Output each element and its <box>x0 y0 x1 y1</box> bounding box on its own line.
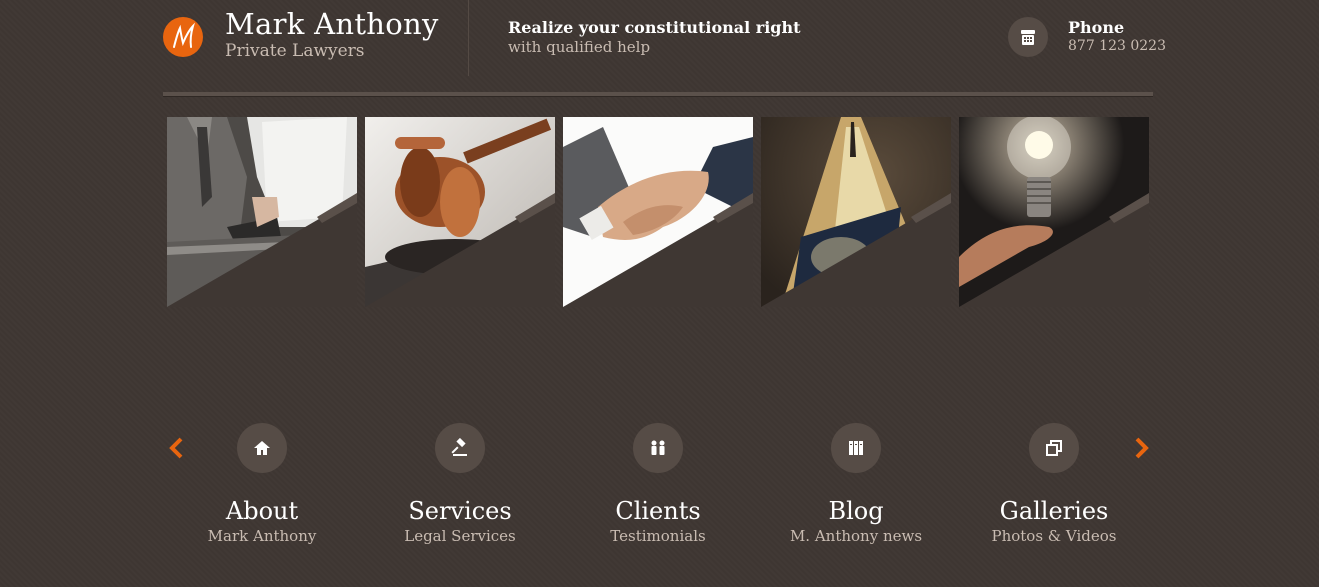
nav-title: Galleries <box>999 497 1109 525</box>
header-rule <box>163 92 1153 97</box>
tagline-line1: Realize your constitutional right <box>508 18 801 37</box>
people-icon <box>633 423 683 473</box>
nav-item-about[interactable]: About Mark Anthony <box>163 423 361 545</box>
nav-subtitle: Photos & Videos <box>991 527 1117 545</box>
nav-subtitle: Legal Services <box>404 527 516 545</box>
nav-title: Clients <box>615 497 701 525</box>
brand-title[interactable]: Mark Anthony <box>225 7 439 41</box>
brand-subtitle: Private Lawyers <box>225 41 365 61</box>
home-icon <box>237 423 287 473</box>
nav-title: About <box>225 497 299 525</box>
nav-subtitle: Mark Anthony <box>207 527 317 545</box>
site-header: Mark Anthony Private Lawyers Realize you… <box>163 0 1166 96</box>
nav-item-galleries[interactable]: Galleries Photos & Videos <box>955 423 1153 545</box>
header-divider <box>468 0 469 76</box>
fountain-pen-nib-photo[interactable] <box>761 117 951 307</box>
nav-item-blog[interactable]: Blog M. Anthony news <box>757 423 955 545</box>
logo-icon[interactable] <box>163 17 203 57</box>
light-bulb-in-hand-photo[interactable] <box>959 117 1149 307</box>
phone-label: Phone <box>1068 18 1125 37</box>
gallery-icon <box>1029 423 1079 473</box>
tagline-line2: with qualified help <box>508 38 651 56</box>
nav-item-services[interactable]: Services Legal Services <box>361 423 559 545</box>
businessman-with-documents-photo[interactable] <box>167 117 357 307</box>
books-icon <box>831 423 881 473</box>
nav-item-clients[interactable]: Clients Testimonials <box>559 423 757 545</box>
handshake-photo[interactable] <box>563 117 753 307</box>
nav-title: Services <box>408 497 512 525</box>
gavel-icon <box>435 423 485 473</box>
judge-gavel-photo[interactable] <box>365 117 555 307</box>
nav-subtitle: Testimonials <box>610 527 706 545</box>
phone-number[interactable]: 877 123 0223 <box>1068 38 1166 54</box>
nav-title: Blog <box>828 497 884 525</box>
phone-icon <box>1008 17 1048 57</box>
nav-subtitle: M. Anthony news <box>789 527 923 545</box>
